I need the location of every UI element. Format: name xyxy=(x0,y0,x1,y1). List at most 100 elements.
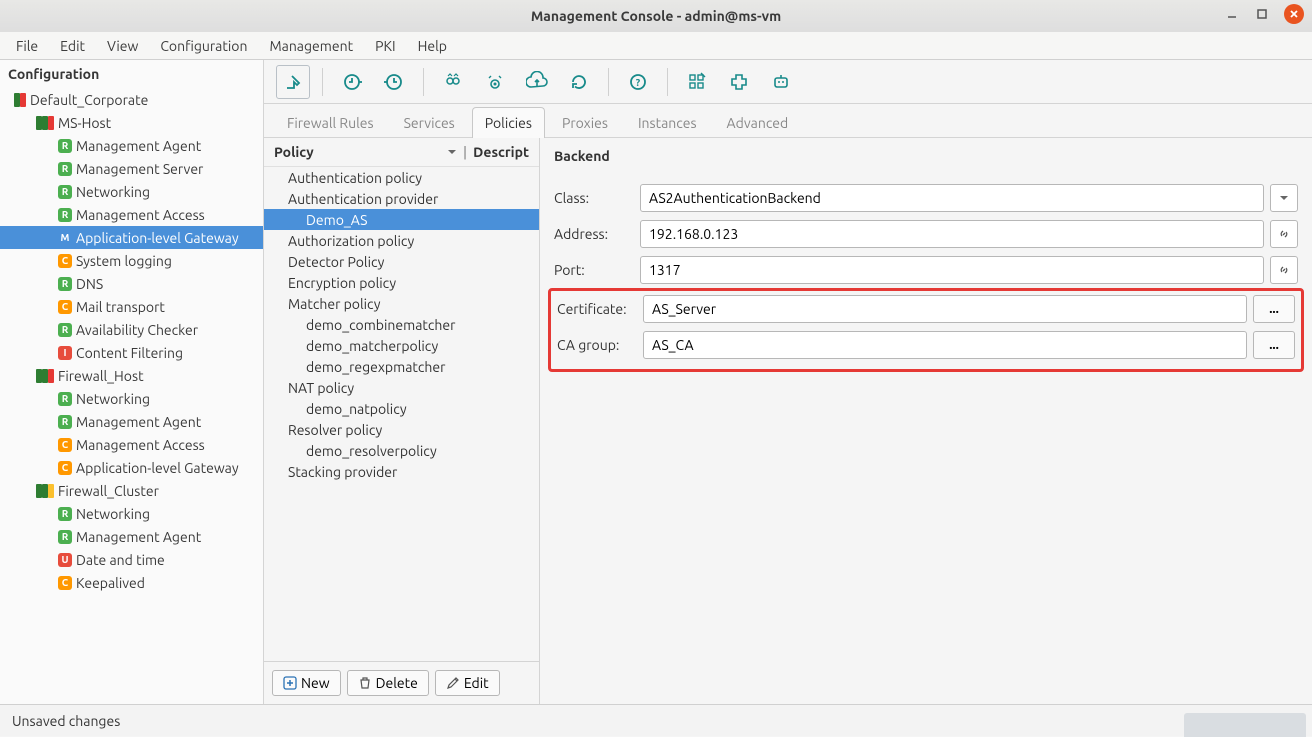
address-input[interactable] xyxy=(640,220,1264,248)
toolbar-commit-icon[interactable] xyxy=(335,65,369,99)
toolbar: ? xyxy=(264,60,1312,104)
tree-node[interactable]: Default_Corporate xyxy=(0,88,263,111)
tree-node[interactable]: RManagement Server xyxy=(0,157,263,180)
policy-node[interactable]: Matcher policy xyxy=(264,293,539,314)
tree-node[interactable]: RManagement Agent xyxy=(0,134,263,157)
certificate-input[interactable]: AS_Server xyxy=(643,295,1247,323)
class-label: Class: xyxy=(554,190,634,206)
policy-node[interactable]: demo_regexpmatcher xyxy=(264,356,539,377)
tree-node[interactable]: RManagement Agent xyxy=(0,410,263,433)
menu-item-pki[interactable]: PKI xyxy=(365,35,405,57)
tree-node[interactable]: IContent Filtering xyxy=(0,341,263,364)
tab-advanced[interactable]: Advanced xyxy=(714,107,802,138)
policy-node[interactable]: Demo_AS xyxy=(264,209,539,230)
toolbar-refresh-icon[interactable] xyxy=(562,65,596,99)
tree-node[interactable]: RNetworking xyxy=(0,180,263,203)
svg-text:?: ? xyxy=(636,77,641,88)
menubar: FileEditViewConfigurationManagementPKIHe… xyxy=(0,32,1312,60)
policy-node[interactable]: Resolver policy xyxy=(264,419,539,440)
policy-node[interactable]: demo_resolverpolicy xyxy=(264,440,539,461)
status-text: Unsaved changes xyxy=(12,713,120,729)
policy-node[interactable]: Authorization policy xyxy=(264,230,539,251)
port-link-button[interactable] xyxy=(1270,256,1298,284)
tree-node[interactable]: CSystem logging xyxy=(0,249,263,272)
tree-node[interactable]: RNetworking xyxy=(0,387,263,410)
config-sidebar: Configuration Default_CorporateMS-HostRM… xyxy=(0,60,264,704)
policy-node[interactable]: Detector Policy xyxy=(264,251,539,272)
ca-group-browse-button[interactable]: ... xyxy=(1253,331,1295,359)
tab-firewall-rules[interactable]: Firewall Rules xyxy=(274,107,387,138)
tree-node[interactable]: RManagement Access xyxy=(0,203,263,226)
menu-item-file[interactable]: File xyxy=(6,35,48,57)
tree-node[interactable]: CApplication-level Gateway xyxy=(0,456,263,479)
tree-node[interactable]: MS-Host xyxy=(0,111,263,134)
window-minimize-icon[interactable] xyxy=(1224,6,1240,22)
tree-node[interactable]: RAvailability Checker xyxy=(0,318,263,341)
description-col-label[interactable]: Descript xyxy=(473,144,529,160)
tree-node[interactable]: RNetworking xyxy=(0,502,263,525)
highlighted-section: Certificate: AS_Server ... CA group: AS_… xyxy=(548,288,1304,372)
toolbar-view-icon[interactable] xyxy=(436,65,470,99)
port-input[interactable] xyxy=(640,256,1264,284)
sort-desc-icon[interactable] xyxy=(447,144,457,160)
certificate-label: Certificate: xyxy=(557,301,637,317)
tree-node[interactable]: CKeepalived xyxy=(0,571,263,594)
policy-node[interactable]: demo_natpolicy xyxy=(264,398,539,419)
tree-node[interactable]: RDNS xyxy=(0,272,263,295)
menu-item-management[interactable]: Management xyxy=(259,35,363,57)
policy-col-label[interactable]: Policy xyxy=(274,144,314,160)
policy-node[interactable]: Stacking provider xyxy=(264,461,539,482)
policy-node[interactable]: Authentication policy xyxy=(264,167,539,188)
policy-node[interactable]: Authentication provider xyxy=(264,188,539,209)
tree-node[interactable]: RManagement Agent xyxy=(0,525,263,548)
tree-node[interactable]: CMail transport xyxy=(0,295,263,318)
toolbar-up-icon[interactable] xyxy=(276,65,310,99)
class-dropdown-button[interactable] xyxy=(1270,184,1298,212)
tab-proxies[interactable]: Proxies xyxy=(549,107,621,138)
toolbar-revert-icon[interactable] xyxy=(377,65,411,99)
tree-node[interactable]: CManagement Access xyxy=(0,433,263,456)
ca-group-label: CA group: xyxy=(557,337,637,353)
edit-button[interactable]: Edit xyxy=(435,670,500,696)
policy-list-header: Policy | Descript xyxy=(264,138,539,167)
statusbar-handle[interactable] xyxy=(1184,713,1306,737)
toolbar-plugin-icon[interactable] xyxy=(722,65,756,99)
ca-group-input[interactable]: AS_CA xyxy=(643,331,1247,359)
window-maximize-icon[interactable] xyxy=(1254,6,1270,22)
toolbar-upload-icon[interactable] xyxy=(520,65,554,99)
window-close-icon[interactable] xyxy=(1284,4,1304,24)
new-button[interactable]: New xyxy=(272,670,341,696)
menu-item-edit[interactable]: Edit xyxy=(50,35,95,57)
class-value: AS2AuthenticationBackend xyxy=(640,184,1264,212)
tree-node[interactable]: Firewall_Cluster xyxy=(0,479,263,502)
address-label: Address: xyxy=(554,226,634,242)
statusbar: Unsaved changes xyxy=(0,704,1312,736)
tab-services[interactable]: Services xyxy=(391,107,468,138)
toolbar-gear-icon[interactable] xyxy=(478,65,512,99)
toolbar-help-icon[interactable]: ? xyxy=(621,65,655,99)
address-link-button[interactable] xyxy=(1270,220,1298,248)
form-title: Backend xyxy=(554,148,1298,164)
toolbar-grid-icon[interactable] xyxy=(680,65,714,99)
tab-policies[interactable]: Policies xyxy=(472,107,545,138)
menu-item-view[interactable]: View xyxy=(97,35,148,57)
policy-node[interactable]: NAT policy xyxy=(264,377,539,398)
policy-node[interactable]: demo_combinematcher xyxy=(264,314,539,335)
policy-tree: Authentication policyAuthentication prov… xyxy=(264,167,539,661)
port-label: Port: xyxy=(554,262,634,278)
toolbar-robot-icon[interactable] xyxy=(764,65,798,99)
window-titlebar: Management Console - admin@ms-vm xyxy=(0,0,1312,32)
tree-node[interactable]: MApplication-level Gateway xyxy=(0,226,263,249)
tree-node[interactable]: Firewall_Host xyxy=(0,364,263,387)
policy-node[interactable]: demo_matcherpolicy xyxy=(264,335,539,356)
config-tree: Default_CorporateMS-HostRManagement Agen… xyxy=(0,88,263,704)
tabbar: Firewall RulesServicesPoliciesProxiesIns… xyxy=(264,104,1312,138)
form-panel: Backend Class: AS2AuthenticationBackend … xyxy=(540,138,1312,704)
delete-button[interactable]: Delete xyxy=(347,670,429,696)
tab-instances[interactable]: Instances xyxy=(625,107,710,138)
certificate-browse-button[interactable]: ... xyxy=(1253,295,1295,323)
tree-node[interactable]: UDate and time xyxy=(0,548,263,571)
policy-node[interactable]: Encryption policy xyxy=(264,272,539,293)
menu-item-help[interactable]: Help xyxy=(408,35,457,57)
menu-item-configuration[interactable]: Configuration xyxy=(150,35,257,57)
